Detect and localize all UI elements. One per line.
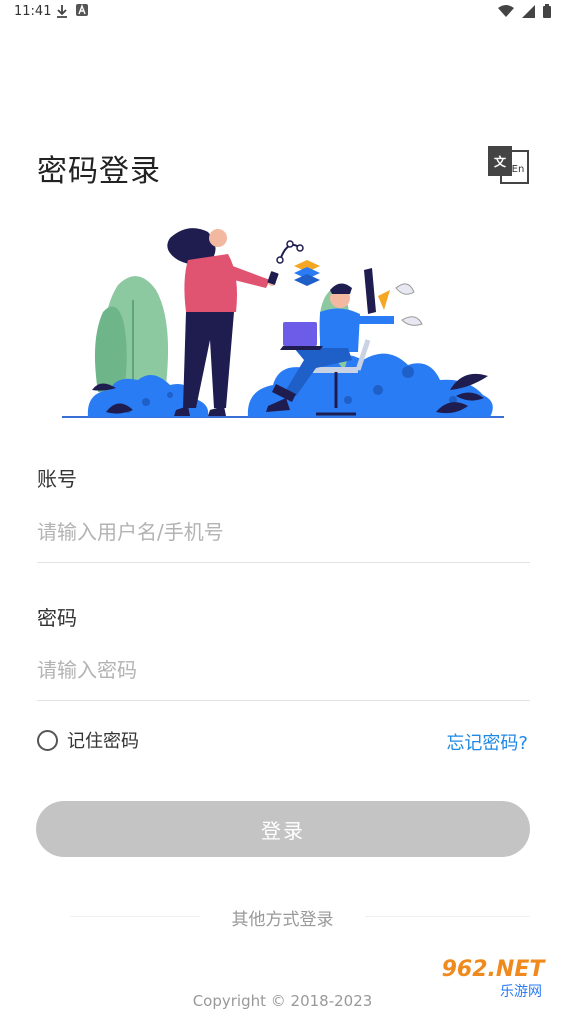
language-switch-button[interactable]: 文 En	[487, 145, 530, 185]
signal-icon	[522, 4, 535, 18]
page-title: 密码登录	[37, 154, 161, 189]
account-input[interactable]	[37, 512, 530, 552]
login-illustration	[62, 228, 504, 418]
translate-icon: 文 En	[488, 146, 529, 184]
status-bar: 11:41	[0, 0, 565, 24]
download-icon	[57, 5, 67, 18]
login-button[interactable]: 登录	[36, 801, 530, 857]
lang-icon-cn: 文	[494, 154, 507, 169]
account-label: 账号	[37, 467, 77, 491]
status-time: 11:41	[14, 4, 52, 19]
wifi-icon	[498, 4, 514, 17]
account-divider	[37, 562, 530, 563]
password-input[interactable]	[37, 650, 530, 690]
svg-text:962.NET: 962.NET	[442, 957, 547, 982]
password-divider	[37, 700, 530, 701]
svg-text:乐游网: 乐游网	[500, 984, 542, 1000]
remember-radio[interactable]	[37, 729, 58, 751]
lang-icon-en: En	[512, 164, 525, 175]
password-label: 密码	[37, 606, 77, 630]
a-notification-icon	[76, 4, 88, 16]
status-right-icons	[498, 4, 551, 18]
remember-label: 记住密码	[67, 731, 139, 752]
site-watermark-logo: 962.NET 乐游网	[425, 954, 561, 1000]
forgot-password-link[interactable]: 忘记密码?	[446, 729, 528, 755]
remember-password-toggle[interactable]: 记住密码	[37, 727, 139, 753]
battery-icon	[543, 4, 551, 18]
other-login-methods[interactable]: 其他方式登录	[0, 905, 565, 930]
status-left-icons	[56, 4, 88, 18]
